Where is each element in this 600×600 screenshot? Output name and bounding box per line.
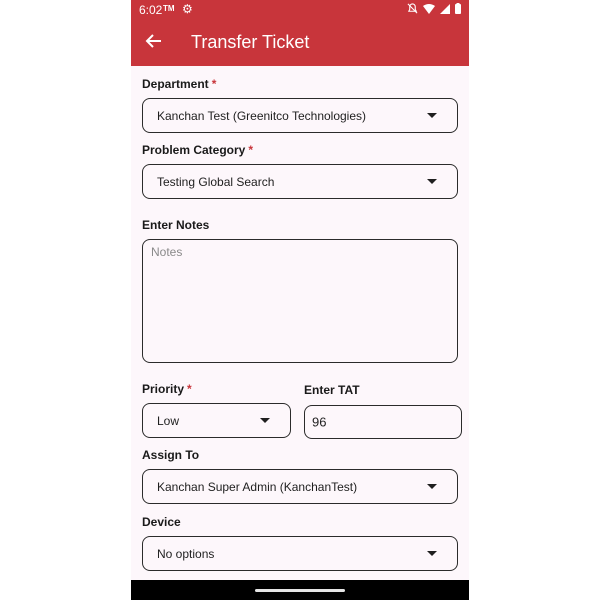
- assign-to-value: Kanchan Super Admin (KanchanTest): [157, 479, 358, 494]
- department-value: Kanchan Test (Greenitco Technologies): [157, 108, 367, 123]
- chevron-down-icon: [427, 178, 437, 184]
- tat-input[interactable]: 96: [304, 405, 462, 439]
- device-label: Device: [142, 515, 181, 529]
- department-label: Department *: [142, 77, 216, 91]
- back-arrow-icon[interactable]: [143, 30, 165, 52]
- required-mark: *: [248, 143, 254, 157]
- status-time: 6:02: [139, 3, 163, 17]
- app-bar: 6:02 TM ⚙ Transfer Ticket: [131, 0, 469, 66]
- notes-placeholder: Notes: [151, 245, 183, 259]
- tm-badge: TM: [163, 4, 175, 13]
- chevron-down-icon: [427, 550, 437, 556]
- tat-label: Enter TAT: [304, 383, 360, 397]
- assign-to-label: Assign To: [142, 448, 200, 462]
- settings-notification-icon: ⚙: [182, 2, 193, 16]
- system-navigation-bar: [131, 580, 469, 600]
- priority-dropdown[interactable]: Low: [142, 403, 291, 438]
- chevron-down-icon: [260, 417, 270, 423]
- gesture-handle[interactable]: [255, 589, 345, 592]
- assign-to-dropdown[interactable]: Kanchan Super Admin (KanchanTest): [142, 469, 458, 504]
- required-mark: *: [187, 382, 192, 396]
- problem-category-value: Testing Global Search: [157, 174, 275, 189]
- mute-icon: [407, 3, 418, 17]
- notes-label: Enter Notes: [142, 218, 210, 232]
- problem-category-label-text: Problem Category: [142, 143, 246, 157]
- problem-category-dropdown[interactable]: Testing Global Search: [142, 164, 458, 199]
- status-bar: 6:02 TM ⚙: [131, 0, 469, 20]
- problem-category-label: Problem Category *: [142, 143, 253, 157]
- signal-icon: [440, 3, 450, 17]
- priority-value: Low: [157, 413, 180, 428]
- status-icons: [407, 3, 461, 17]
- app-screen: 6:02 TM ⚙ Transfer Ticket Department * K…: [131, 0, 469, 600]
- chevron-down-icon: [427, 483, 437, 489]
- department-dropdown[interactable]: Kanchan Test (Greenitco Technologies): [142, 98, 458, 133]
- battery-icon: [455, 3, 461, 17]
- priority-label-text: Priority: [142, 382, 185, 396]
- chevron-down-icon: [427, 112, 437, 118]
- notes-textarea[interactable]: Notes: [142, 239, 458, 363]
- priority-label: Priority *: [142, 382, 192, 396]
- device-dropdown[interactable]: No options: [142, 536, 458, 571]
- tat-value: 96: [312, 414, 327, 430]
- device-value: No options: [157, 546, 215, 561]
- page-title: Transfer Ticket: [191, 32, 310, 52]
- required-mark: *: [211, 77, 217, 91]
- department-label-text: Department: [142, 77, 209, 91]
- wifi-icon: [423, 3, 435, 17]
